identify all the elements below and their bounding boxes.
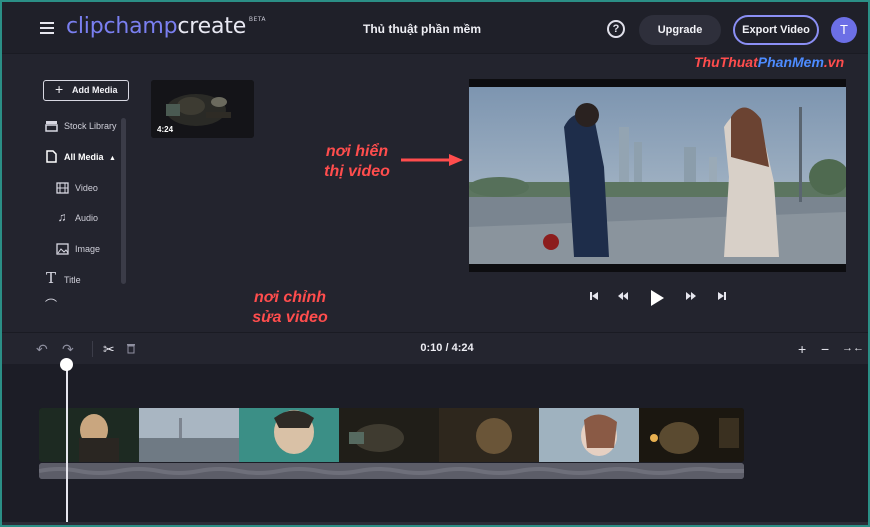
sidebar-item-label: Image	[75, 244, 101, 254]
play-icon[interactable]	[647, 289, 667, 307]
sidebar-item-label: Title	[64, 275, 81, 285]
help-icon[interactable]: ?	[607, 20, 625, 38]
image-icon	[55, 240, 69, 256]
video-preview[interactable]	[469, 79, 846, 272]
stock-library-icon	[44, 117, 58, 133]
sidebar-item-stock-library[interactable]: Stock Library	[44, 117, 122, 133]
upgrade-button[interactable]: Upgrade	[639, 15, 721, 45]
watermark-part: Thuat	[719, 54, 758, 70]
sidebar-item-partial[interactable]: ⌒	[44, 297, 64, 305]
sidebar-item-label: Stock Library	[64, 121, 117, 131]
fast-forward-icon[interactable]	[683, 289, 699, 307]
sidebar-item-label: Audio	[75, 213, 99, 223]
sidebar-item-title[interactable]: T Title	[44, 270, 81, 286]
export-video-button[interactable]: Export Video	[733, 15, 819, 45]
annotation-arrow-right	[401, 154, 463, 166]
video-track-thumbnails	[39, 408, 744, 462]
media-thumbnail[interactable]: 4:24	[151, 80, 254, 138]
fit-timeline-icon[interactable]: →←	[842, 342, 864, 354]
annotation-edit: nơi chỉnh sửa video	[240, 288, 340, 328]
watermark-logo: ThuThuatPhanMem.vn	[694, 54, 844, 70]
playhead-line	[66, 364, 68, 525]
watermark-part: PhanMem	[757, 54, 824, 70]
add-media-button[interactable]: + Add Media	[43, 80, 129, 101]
playhead-handle[interactable]	[60, 358, 73, 371]
sidebar-item-all-media[interactable]: All Media ▲	[44, 148, 116, 164]
timeline-toolbar: ↶ ↷ ✂ 0:10 / 4:24 + − →←	[2, 332, 868, 364]
app-window: clipchampcreate BETA Thủ thuật phần mềm …	[0, 0, 870, 527]
annotation-line: thị video	[324, 163, 390, 180]
rewind-icon[interactable]	[615, 289, 631, 307]
media-duration: 4:24	[157, 125, 174, 134]
audio-track-clip[interactable]	[39, 463, 744, 479]
zoom-out-icon[interactable]: −	[821, 341, 829, 357]
annotation-line: sửa video	[252, 309, 328, 326]
shape-icon: ⌒	[44, 298, 57, 305]
music-note-icon: ♫	[57, 210, 67, 224]
top-bar: clipchampcreate BETA Thủ thuật phần mềm …	[2, 2, 868, 54]
playback-controls	[587, 289, 732, 309]
sidebar-item-audio[interactable]: ♫ Audio	[55, 209, 99, 225]
text-icon: T	[45, 269, 56, 287]
sidebar-item-video[interactable]: Video	[55, 179, 98, 195]
timeline-scrollbar[interactable]	[2, 522, 868, 525]
sidebar-item-image[interactable]: Image	[55, 240, 100, 256]
watermark-part: Thu	[694, 54, 720, 70]
watermark-part: .vn	[823, 54, 845, 70]
user-avatar[interactable]: T	[831, 17, 857, 43]
zoom-in-icon[interactable]: +	[798, 341, 806, 357]
audio-waveform	[39, 463, 744, 479]
sidebar-scrollbar[interactable]	[121, 118, 126, 284]
video-track-clip[interactable]	[39, 408, 744, 462]
skip-to-start-icon[interactable]	[587, 289, 601, 307]
sidebar-item-label: Video	[75, 183, 98, 193]
add-media-label: Add Media	[72, 85, 118, 95]
plus-icon: +	[55, 81, 64, 97]
annotation-preview: nơi hiển thị video	[307, 142, 407, 182]
skip-to-end-icon[interactable]	[715, 289, 729, 307]
sidebar-item-label: All Media	[64, 152, 104, 162]
annotation-line: nơi chỉnh	[253, 289, 327, 306]
file-icon	[44, 148, 58, 164]
chevron-up-icon: ▲	[109, 155, 116, 162]
film-icon	[55, 179, 69, 195]
timeline-time-display: 0:10 / 4:24	[420, 342, 474, 354]
annotation-line: nơi hiển	[325, 143, 389, 160]
video-frame-image	[469, 87, 846, 264]
